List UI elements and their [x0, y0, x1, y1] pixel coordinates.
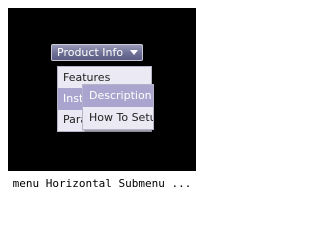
submenu-item-description[interactable]: Description — [83, 85, 153, 107]
submenu: Description How To Setup — [82, 84, 154, 130]
chevron-down-icon — [130, 50, 138, 55]
product-info-menu-button[interactable]: Product Info — [51, 44, 143, 61]
preview-frame: Product Info Features Installation Param… — [0, 0, 204, 209]
submenu-item-how-to-setup[interactable]: How To Setup — [83, 107, 153, 129]
menu-button-label: Product Info — [57, 46, 124, 59]
caption: menu Horizontal Submenu ... — [12, 177, 192, 190]
